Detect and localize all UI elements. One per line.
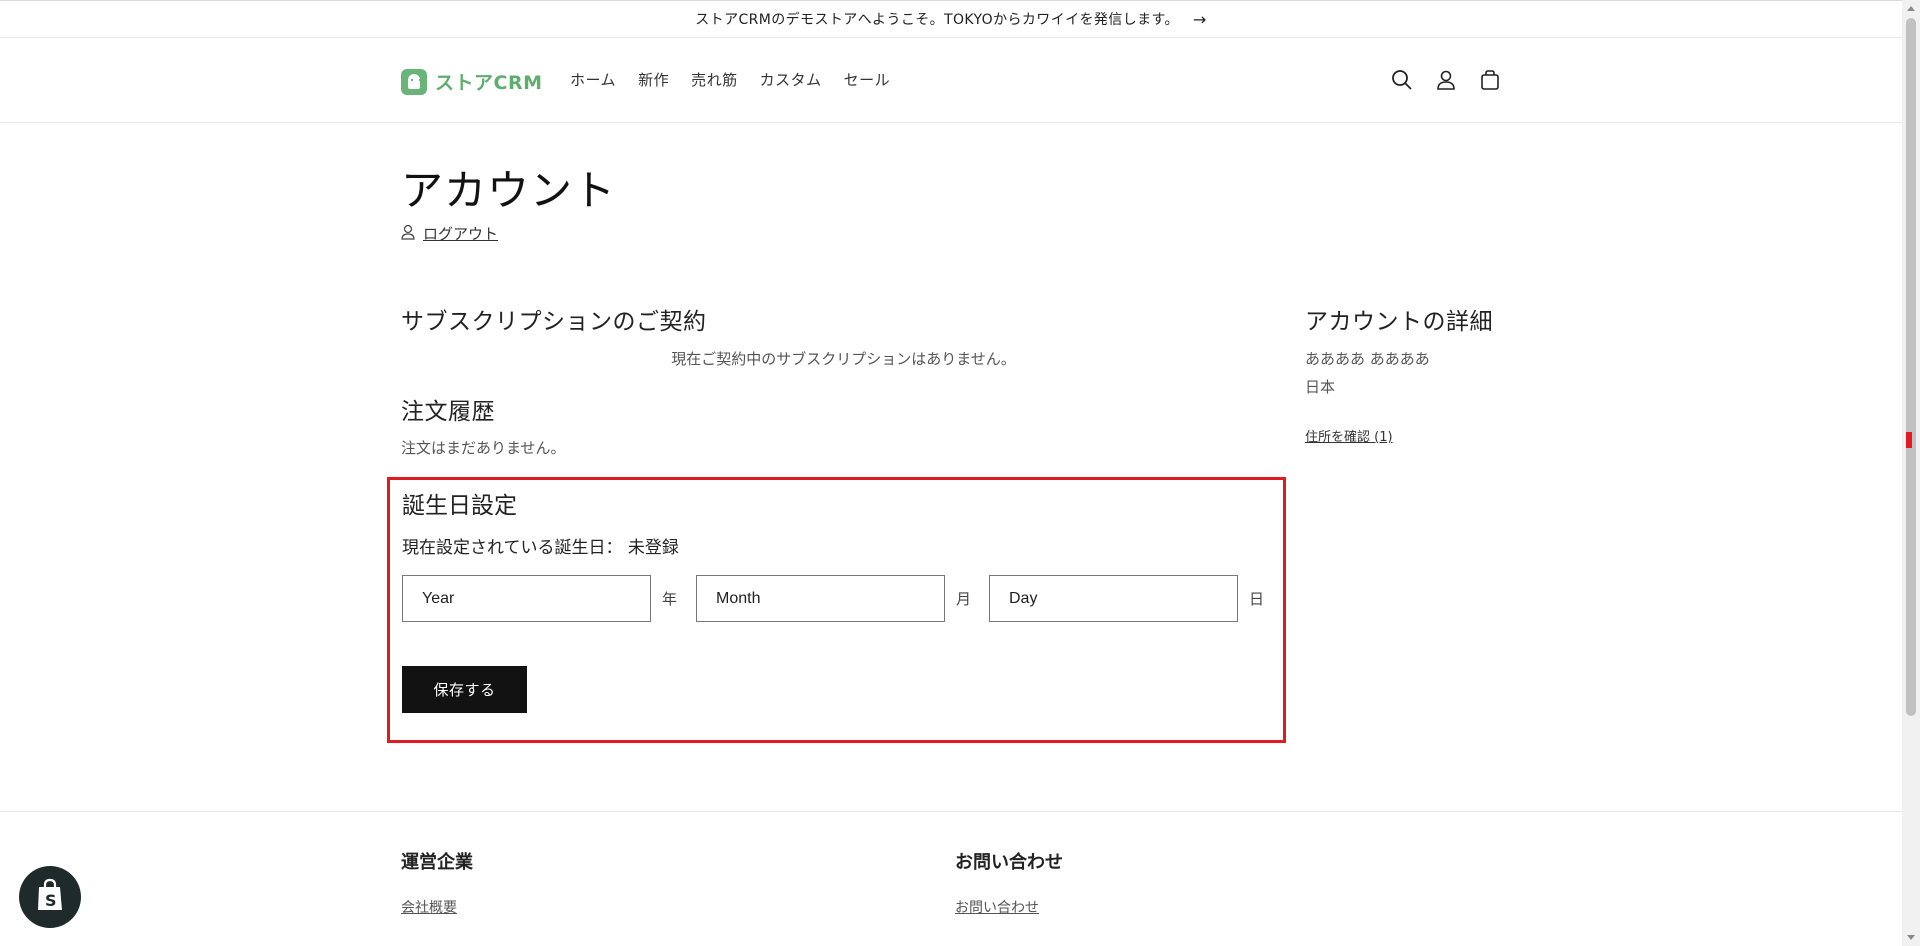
subscriptions-title: サブスクリプションのご契約 [401,309,707,335]
orders-title: 注文履歴 [401,399,495,425]
main-nav: ホーム 新作 売れ筋 カスタム セール [570,69,912,90]
birth-month-input[interactable] [696,575,945,622]
save-birthday-button[interactable]: 保存する [402,666,527,713]
header-icons [1390,68,1522,92]
nav-item-sale[interactable]: セール [844,69,891,90]
site-header: ストアCRM ホーム 新作 売れ筋 カスタム セール [0,38,1902,123]
current-birthday-text: 現在設定されている誕生日： 未登録 [402,538,679,558]
svg-text:S: S [45,891,57,910]
shopping-bag-icon: S [35,878,65,916]
scroll-highlight-marker [1906,432,1912,448]
birthday-settings-panel: 誕生日設定 現在設定されている誕生日： 未登録 年 月 日 保存する [387,477,1286,743]
announcement-text: ストアCRMのデモストアへようこそ。TOKYOからカワイイを発信します。 [695,12,1179,28]
page-scrollbar[interactable] [1902,0,1920,946]
footer-company-title: 運営企業 [401,852,473,873]
cart-icon[interactable] [1478,68,1502,92]
footer-contact-link[interactable]: お問い合わせ [955,897,1039,917]
site-footer: 運営企業 会社概要 お問い合わせ お問い合わせ [0,811,1902,946]
shopify-badge[interactable]: S [19,866,81,928]
user-icon [401,224,415,244]
birth-day-input[interactable] [989,575,1238,622]
logo-text: ストアCRM [435,72,543,94]
view-addresses-link[interactable]: 住所を確認 (1) [1305,426,1393,445]
nav-item-new[interactable]: 新作 [638,69,669,90]
birthday-title: 誕生日設定 [402,493,517,519]
scrollbar-thumb[interactable] [1906,18,1916,716]
subscriptions-empty-text: 現在ご契約中のサブスクリプションはありません。 [671,350,1016,368]
logout-link[interactable]: ログアウト [423,223,498,244]
year-unit-label: 年 [662,590,678,608]
month-unit-label: 月 [956,590,972,608]
scroll-up-arrow-icon[interactable] [1907,6,1915,11]
nav-item-home[interactable]: ホーム [570,69,616,90]
ghost-logo-icon [401,68,427,95]
account-icon[interactable] [1434,68,1458,92]
day-unit-label: 日 [1249,590,1265,608]
nav-item-custom[interactable]: カスタム [760,69,822,90]
page-title: アカウント [401,166,617,215]
footer-contact-title: お問い合わせ [955,852,1063,873]
nav-item-bestsellers[interactable]: 売れ筋 [691,69,738,90]
birth-year-input[interactable] [402,575,651,622]
orders-empty-text: 注文はまだありません。 [401,439,566,457]
announcement-bar[interactable]: ストアCRMのデモストアへようこそ。TOKYOからカワイイを発信します。 → [0,0,1902,38]
customer-name: ああああ ああああ [1305,350,1430,368]
scroll-down-arrow-icon[interactable] [1907,935,1915,940]
customer-country: 日本 [1305,378,1336,396]
search-icon[interactable] [1390,68,1414,92]
store-logo[interactable]: ストアCRM [401,68,542,95]
logout-row: ログアウト [401,223,498,244]
footer-company-link[interactable]: 会社概要 [401,897,457,917]
arrow-right-icon[interactable]: → [1193,10,1207,29]
account-details-title: アカウントの詳細 [1305,309,1493,335]
